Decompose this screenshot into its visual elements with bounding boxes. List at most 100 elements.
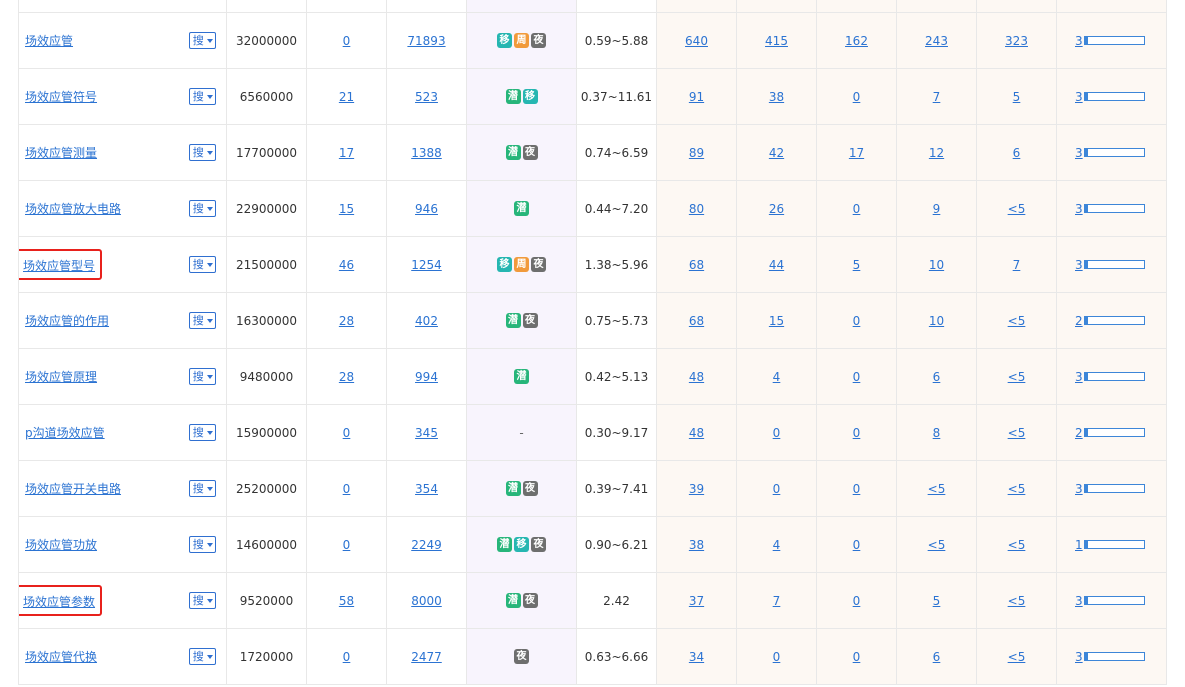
- stat-3-link[interactable]: 162: [845, 34, 868, 48]
- count-2-link[interactable]: 8000: [411, 594, 442, 608]
- search-dropdown-button[interactable]: 搜: [188, 312, 216, 329]
- competition-indicator[interactable]: 3: [1075, 258, 1145, 272]
- stat-1-link[interactable]: 68: [689, 314, 704, 328]
- stat-1-link[interactable]: 37: [689, 594, 704, 608]
- stat-1-link[interactable]: 38: [689, 538, 704, 552]
- count-1-link[interactable]: 15: [339, 202, 354, 216]
- stat-3-link[interactable]: 0: [853, 650, 861, 664]
- search-dropdown-button[interactable]: 搜: [188, 32, 216, 49]
- stat-4-link[interactable]: 8: [933, 426, 941, 440]
- stat-5-link[interactable]: 6: [1013, 146, 1021, 160]
- count-1-link[interactable]: 21: [339, 90, 354, 104]
- stat-4-link[interactable]: <5: [928, 482, 946, 496]
- competition-indicator[interactable]: 3: [1075, 370, 1145, 384]
- stat-3-link[interactable]: 0: [853, 314, 861, 328]
- search-dropdown-button[interactable]: 搜: [188, 648, 216, 665]
- stat-1-link[interactable]: 91: [689, 90, 704, 104]
- stat-1-link[interactable]: 89: [689, 146, 704, 160]
- stat-3-link[interactable]: 17: [849, 146, 864, 160]
- stat-3-link[interactable]: 5: [853, 258, 861, 272]
- stat-1-link[interactable]: 48: [689, 426, 704, 440]
- search-dropdown-button[interactable]: 搜: [188, 88, 216, 105]
- stat-2-link[interactable]: 4: [773, 370, 781, 384]
- keyword-link[interactable]: 场效应管型号: [23, 259, 95, 273]
- search-dropdown-button[interactable]: 搜: [188, 480, 216, 497]
- stat-3-link[interactable]: 0: [853, 370, 861, 384]
- keyword-link[interactable]: p沟道场效应管: [25, 426, 105, 440]
- count-2-link[interactable]: 994: [415, 370, 438, 384]
- competition-indicator[interactable]: 3: [1075, 202, 1145, 216]
- stat-1-link[interactable]: 39: [689, 482, 704, 496]
- competition-indicator[interactable]: 2: [1075, 426, 1145, 440]
- stat-2-link[interactable]: 415: [765, 34, 788, 48]
- keyword-link[interactable]: 场效应管的作用: [25, 314, 109, 328]
- count-2-link[interactable]: 345: [415, 426, 438, 440]
- count-1-link[interactable]: 0: [343, 538, 351, 552]
- count-2-link[interactable]: 71893: [407, 34, 445, 48]
- stat-5-link[interactable]: <5: [1008, 202, 1026, 216]
- search-dropdown-button[interactable]: 搜: [188, 200, 216, 217]
- count-2-link[interactable]: 946: [415, 202, 438, 216]
- stat-3-link[interactable]: 0: [853, 482, 861, 496]
- keyword-link[interactable]: 场效应管符号: [25, 90, 97, 104]
- stat-5-link[interactable]: <5: [1008, 314, 1026, 328]
- stat-2-link[interactable]: 26: [769, 202, 784, 216]
- stat-3-link[interactable]: 0: [853, 538, 861, 552]
- stat-1-link[interactable]: 34: [689, 650, 704, 664]
- search-dropdown-button[interactable]: 搜: [188, 144, 216, 161]
- count-2-link[interactable]: 1388: [411, 146, 442, 160]
- stat-4-link[interactable]: 243: [925, 34, 948, 48]
- stat-2-link[interactable]: 7: [773, 594, 781, 608]
- stat-2-link[interactable]: 44: [769, 258, 784, 272]
- stat-5-link[interactable]: <5: [1008, 594, 1026, 608]
- competition-indicator[interactable]: 2: [1075, 314, 1145, 328]
- competition-indicator[interactable]: 3: [1075, 650, 1145, 664]
- stat-5-link[interactable]: 5: [1013, 90, 1021, 104]
- stat-4-link[interactable]: 10: [929, 258, 944, 272]
- stat-2-link[interactable]: 38: [769, 90, 784, 104]
- stat-1-link[interactable]: 68: [689, 258, 704, 272]
- competition-indicator[interactable]: 3: [1075, 90, 1145, 104]
- competition-indicator[interactable]: 1: [1075, 538, 1145, 552]
- stat-3-link[interactable]: 0: [853, 594, 861, 608]
- keyword-link[interactable]: 场效应管功放: [25, 538, 97, 552]
- stat-5-link[interactable]: 7: [1013, 258, 1021, 272]
- count-2-link[interactable]: 523: [415, 90, 438, 104]
- search-dropdown-button[interactable]: 搜: [188, 368, 216, 385]
- search-dropdown-button[interactable]: 搜: [188, 536, 216, 553]
- competition-indicator[interactable]: 3: [1075, 594, 1145, 608]
- stat-5-link[interactable]: <5: [1008, 538, 1026, 552]
- count-2-link[interactable]: 402: [415, 314, 438, 328]
- count-2-link[interactable]: 2477: [411, 650, 442, 664]
- search-dropdown-button[interactable]: 搜: [188, 424, 216, 441]
- stat-1-link[interactable]: 80: [689, 202, 704, 216]
- count-1-link[interactable]: 58: [339, 594, 354, 608]
- competition-indicator[interactable]: 3: [1075, 146, 1145, 160]
- keyword-link[interactable]: 场效应管代换: [25, 650, 97, 664]
- stat-5-link[interactable]: <5: [1008, 370, 1026, 384]
- search-dropdown-button[interactable]: 搜: [188, 592, 216, 609]
- stat-2-link[interactable]: 4: [773, 538, 781, 552]
- count-1-link[interactable]: 17: [339, 146, 354, 160]
- keyword-link[interactable]: 场效应管: [25, 34, 73, 48]
- stat-2-link[interactable]: 15: [769, 314, 784, 328]
- stat-3-link[interactable]: 0: [853, 202, 861, 216]
- stat-5-link[interactable]: <5: [1008, 426, 1026, 440]
- stat-3-link[interactable]: 0: [853, 90, 861, 104]
- stat-4-link[interactable]: 12: [929, 146, 944, 160]
- stat-4-link[interactable]: 7: [933, 90, 941, 104]
- keyword-link[interactable]: 场效应管测量: [25, 146, 97, 160]
- competition-indicator[interactable]: 3: [1075, 34, 1145, 48]
- stat-2-link[interactable]: 0: [773, 426, 781, 440]
- keyword-link[interactable]: 场效应管参数: [23, 595, 95, 609]
- count-2-link[interactable]: 2249: [411, 538, 442, 552]
- count-1-link[interactable]: 0: [343, 426, 351, 440]
- stat-3-link[interactable]: 0: [853, 426, 861, 440]
- count-2-link[interactable]: 1254: [411, 258, 442, 272]
- stat-4-link[interactable]: 6: [933, 650, 941, 664]
- keyword-link[interactable]: 场效应管开关电路: [25, 482, 121, 496]
- stat-5-link[interactable]: 323: [1005, 34, 1028, 48]
- keyword-link[interactable]: 场效应管原理: [25, 370, 97, 384]
- count-1-link[interactable]: 0: [343, 34, 351, 48]
- stat-4-link[interactable]: 5: [933, 594, 941, 608]
